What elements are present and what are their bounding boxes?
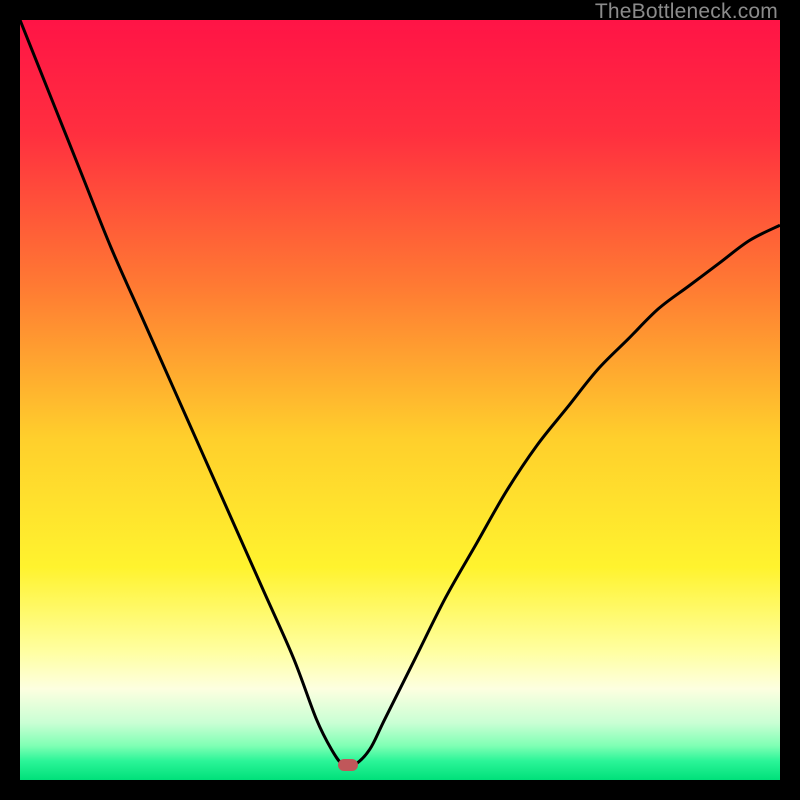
watermark-text: TheBottleneck.com [595,0,778,24]
chart-background [20,20,780,780]
chart-frame [20,20,780,780]
chart-plot [20,20,780,780]
optimum-marker [338,759,358,771]
